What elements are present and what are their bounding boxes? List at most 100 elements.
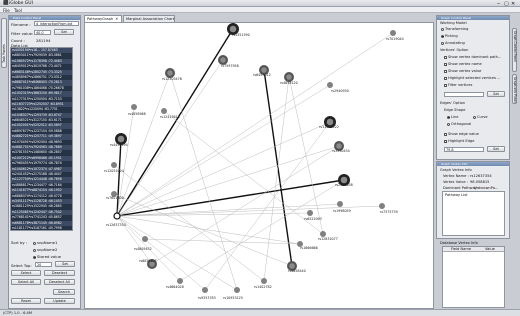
graph-edge[interactable]: [116, 28, 234, 217]
radio-orthogonal[interactable]: [447, 122, 450, 126]
graph-edge[interactable]: [263, 76, 290, 282]
graph-edge[interactable]: [116, 84, 331, 217]
graph-node-label: rs6522093: [304, 217, 322, 221]
graph-node[interactable]: [261, 278, 267, 284]
checkbox-highlight-selected[interactable]: [444, 76, 447, 80]
option-highlight-edge[interactable]: ✓Highlight Edge: [444, 139, 474, 143]
graph-node-label: rs3350434: [332, 149, 350, 153]
graph-node-label: rs9353783: [198, 296, 216, 300]
graph-node-label: rs1866666: [300, 246, 318, 250]
graph-node[interactable]: [202, 287, 208, 293]
graph-node[interactable]: [131, 104, 137, 110]
column-value[interactable]: Value: [485, 247, 495, 251]
graph-node-label: rs4858968: [128, 112, 146, 116]
mode-picking[interactable]: Picking: [441, 34, 458, 38]
graph-node[interactable]: [177, 278, 183, 284]
checkbox-filter-vertices[interactable]: [444, 83, 447, 87]
graph-node-label: rs1351590: [232, 33, 250, 37]
option-highlight-selected[interactable]: Highlight selected vertices ...: [444, 76, 501, 80]
vertex-value-value: 98.058815: [470, 180, 490, 184]
graph-node[interactable]: [307, 210, 313, 216]
graph-vertex-info-label: Graph Vertex Info: [440, 168, 472, 172]
graph-node[interactable]: [337, 201, 343, 207]
graph-control-panel-header: Graph Control Panel: [437, 16, 509, 20]
graph-info-panel-tab[interactable]: Graph Info Panel: [512, 74, 517, 104]
graph-node-label: rs1402782: [254, 285, 272, 289]
edges-option-label: Edges' Option: [440, 101, 466, 105]
column-field-name[interactable]: Field Name: [451, 247, 471, 251]
graph-node-label: rs11562522: [319, 125, 339, 129]
graph-control-panel-tab[interactable]: Graph Control Panel: [512, 28, 517, 72]
pathway-list[interactable]: Pathway List: [442, 191, 505, 236]
graph-node-label: rs6058607: [139, 259, 157, 263]
radio-line[interactable]: [447, 115, 450, 119]
radio-picking[interactable]: [441, 34, 444, 38]
dominant-pathway-value: UnknownPa...: [474, 186, 499, 190]
graph-edge[interactable]: [116, 145, 340, 217]
graph-node[interactable]: [379, 203, 385, 209]
database-vertex-table[interactable]: Field Name Value: [442, 246, 505, 308]
checkbox-vertex-name[interactable]: ✓: [444, 62, 448, 66]
graph-edge[interactable]: [116, 32, 394, 217]
graph-node[interactable]: [111, 162, 117, 168]
option-vertex-name[interactable]: ✓Show vertex name: [444, 62, 482, 66]
pathway-list-label: Pathway List: [445, 193, 468, 197]
edge-value-field[interactable]: 79.8: [444, 147, 484, 152]
shape-line[interactable]: Line: [447, 115, 459, 119]
checkbox-dominant-path[interactable]: [444, 55, 447, 59]
graph-node-label: rs4858440: [288, 269, 306, 273]
graph-node-label: rs7375739: [380, 210, 398, 214]
graph-edge[interactable]: [204, 121, 331, 291]
working-mode-label: Working Model: [440, 21, 467, 25]
vertices-option-label: Vertices' Option: [440, 48, 469, 52]
vertex-filter-field[interactable]: [444, 92, 484, 97]
graph-node-label: rs12415613: [160, 115, 180, 119]
graph-node-label: rs2923638: [335, 183, 353, 187]
graph-node[interactable]: [113, 212, 121, 220]
graph-node-label: rs7601300: [106, 196, 124, 200]
option-vertex-value[interactable]: Show vertex value: [444, 69, 481, 73]
graph-control-tab-label: Graph Control Panel: [513, 31, 517, 62]
edge-value-set-button[interactable]: Set: [487, 146, 505, 152]
graph-edge[interactable]: [116, 215, 238, 291]
graph-node-label: rs12051024: [104, 169, 124, 173]
graph-edge[interactable]: [113, 164, 265, 282]
status-text: (CTP) 1.0 - 6.4M: [3, 311, 32, 315]
graph-edge[interactable]: [116, 215, 206, 291]
graph-node-label: rs4450194: [110, 143, 128, 147]
graph-edge[interactable]: [113, 193, 293, 267]
graph-node-label: rs6459012: [253, 73, 271, 77]
graph-info-tab-label: Graph Info Panel: [513, 77, 517, 103]
mode-annotating[interactable]: Annotating: [441, 41, 465, 45]
graph-node-label: rs7019044: [386, 37, 404, 41]
option-vertex-dominant-path[interactable]: Show vertex dominant path...: [444, 55, 501, 59]
vertex-name-value: rs12637354: [470, 174, 492, 178]
graph-node[interactable]: [142, 236, 148, 242]
graph-node[interactable]: [161, 108, 167, 114]
radio-curve[interactable]: [473, 115, 476, 119]
checkbox-vertex-value[interactable]: [444, 69, 447, 73]
radio-annotating[interactable]: [441, 41, 444, 45]
option-filter-vertices[interactable]: Filter vertices: [444, 83, 472, 87]
edge-shape-label: Edge Shape: [444, 108, 466, 112]
vertex-value-label: Vertex Value :: [443, 180, 468, 184]
graph-node-label: rs7597958: [221, 64, 239, 68]
shape-curve[interactable]: Curve: [473, 115, 488, 119]
mode-transforming[interactable]: Transforming: [441, 27, 468, 31]
graph-node[interactable]: [390, 30, 396, 36]
graph-node-label: rs10953125: [223, 296, 243, 300]
status-bar: (CTP) 1.0 - 6.4M: [0, 309, 520, 316]
graph-node-label: rs4809452: [134, 247, 152, 251]
graph-node-label: rs4858120: [280, 81, 298, 85]
checkbox-highlight-edge[interactable]: ✓: [444, 139, 448, 143]
radio-transforming[interactable]: [441, 27, 444, 31]
graph-node-label: rs2940930: [331, 89, 349, 93]
vertex-filter-set-button[interactable]: Set: [487, 91, 505, 97]
checkbox-edge-value[interactable]: [444, 132, 447, 136]
graph-node-label: rs1998059: [333, 209, 351, 213]
graph-node[interactable]: [234, 287, 240, 293]
shape-orthogonal[interactable]: Orthogonal: [447, 122, 471, 126]
graph-node[interactable]: [327, 82, 333, 88]
option-show-edge-value[interactable]: Show edge value: [444, 132, 479, 136]
database-vertex-info-label: Database Vertex Info: [440, 241, 478, 245]
